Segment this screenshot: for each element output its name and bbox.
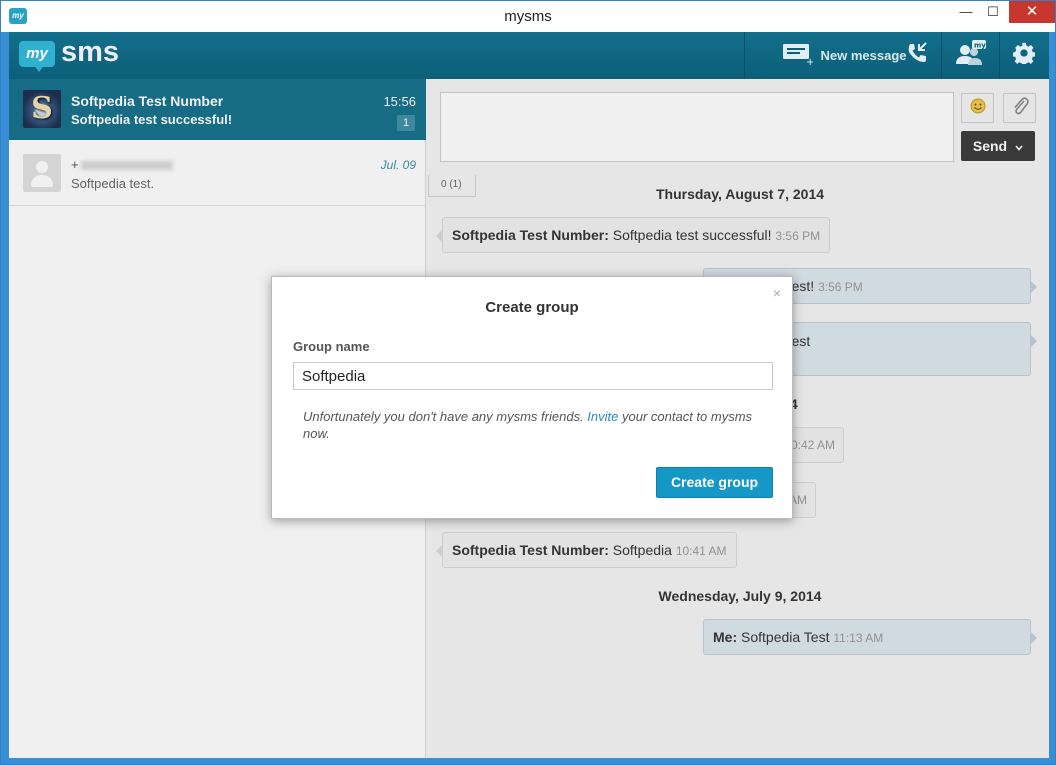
group-name-input[interactable]: [293, 362, 773, 390]
call-button[interactable]: [892, 32, 942, 79]
minimize-button[interactable]: —: [954, 1, 978, 23]
gear-icon: [1012, 42, 1036, 69]
call-icon: [905, 41, 929, 70]
app-window: my mysms — ☐ ✕ my sms + New message my S…: [0, 0, 1056, 765]
maximize-button[interactable]: ☐: [981, 1, 1005, 23]
notice-text-before: Unfortunately you don't have any mysms f…: [303, 409, 588, 424]
no-friends-notice: Unfortunately you don't have any mysms f…: [303, 408, 763, 442]
create-group-dialog: × Create group Group name Unfortunately …: [271, 276, 793, 519]
svg-text:my: my: [974, 42, 986, 50]
settings-button[interactable]: [999, 32, 1049, 79]
new-message-icon: +: [781, 41, 814, 70]
toolbar-divider: [744, 32, 745, 79]
svg-text:+: +: [806, 57, 813, 65]
logo-sms-text: sms: [61, 36, 120, 68]
create-group-button[interactable]: Create group: [656, 467, 773, 498]
title-bar: my mysms — ☐ ✕: [1, 1, 1055, 32]
group-name-label: Group name: [293, 339, 370, 354]
invite-link[interactable]: Invite: [587, 409, 618, 424]
group-contacts-icon: my: [953, 39, 987, 72]
window-title: mysms: [504, 8, 552, 25]
logo-speech-tail: [33, 64, 45, 72]
dialog-title: Create group: [485, 299, 579, 316]
close-window-button[interactable]: ✕: [1009, 1, 1055, 23]
contacts-button[interactable]: my: [943, 32, 997, 79]
app-toolbar: my sms + New message my: [9, 32, 1049, 79]
